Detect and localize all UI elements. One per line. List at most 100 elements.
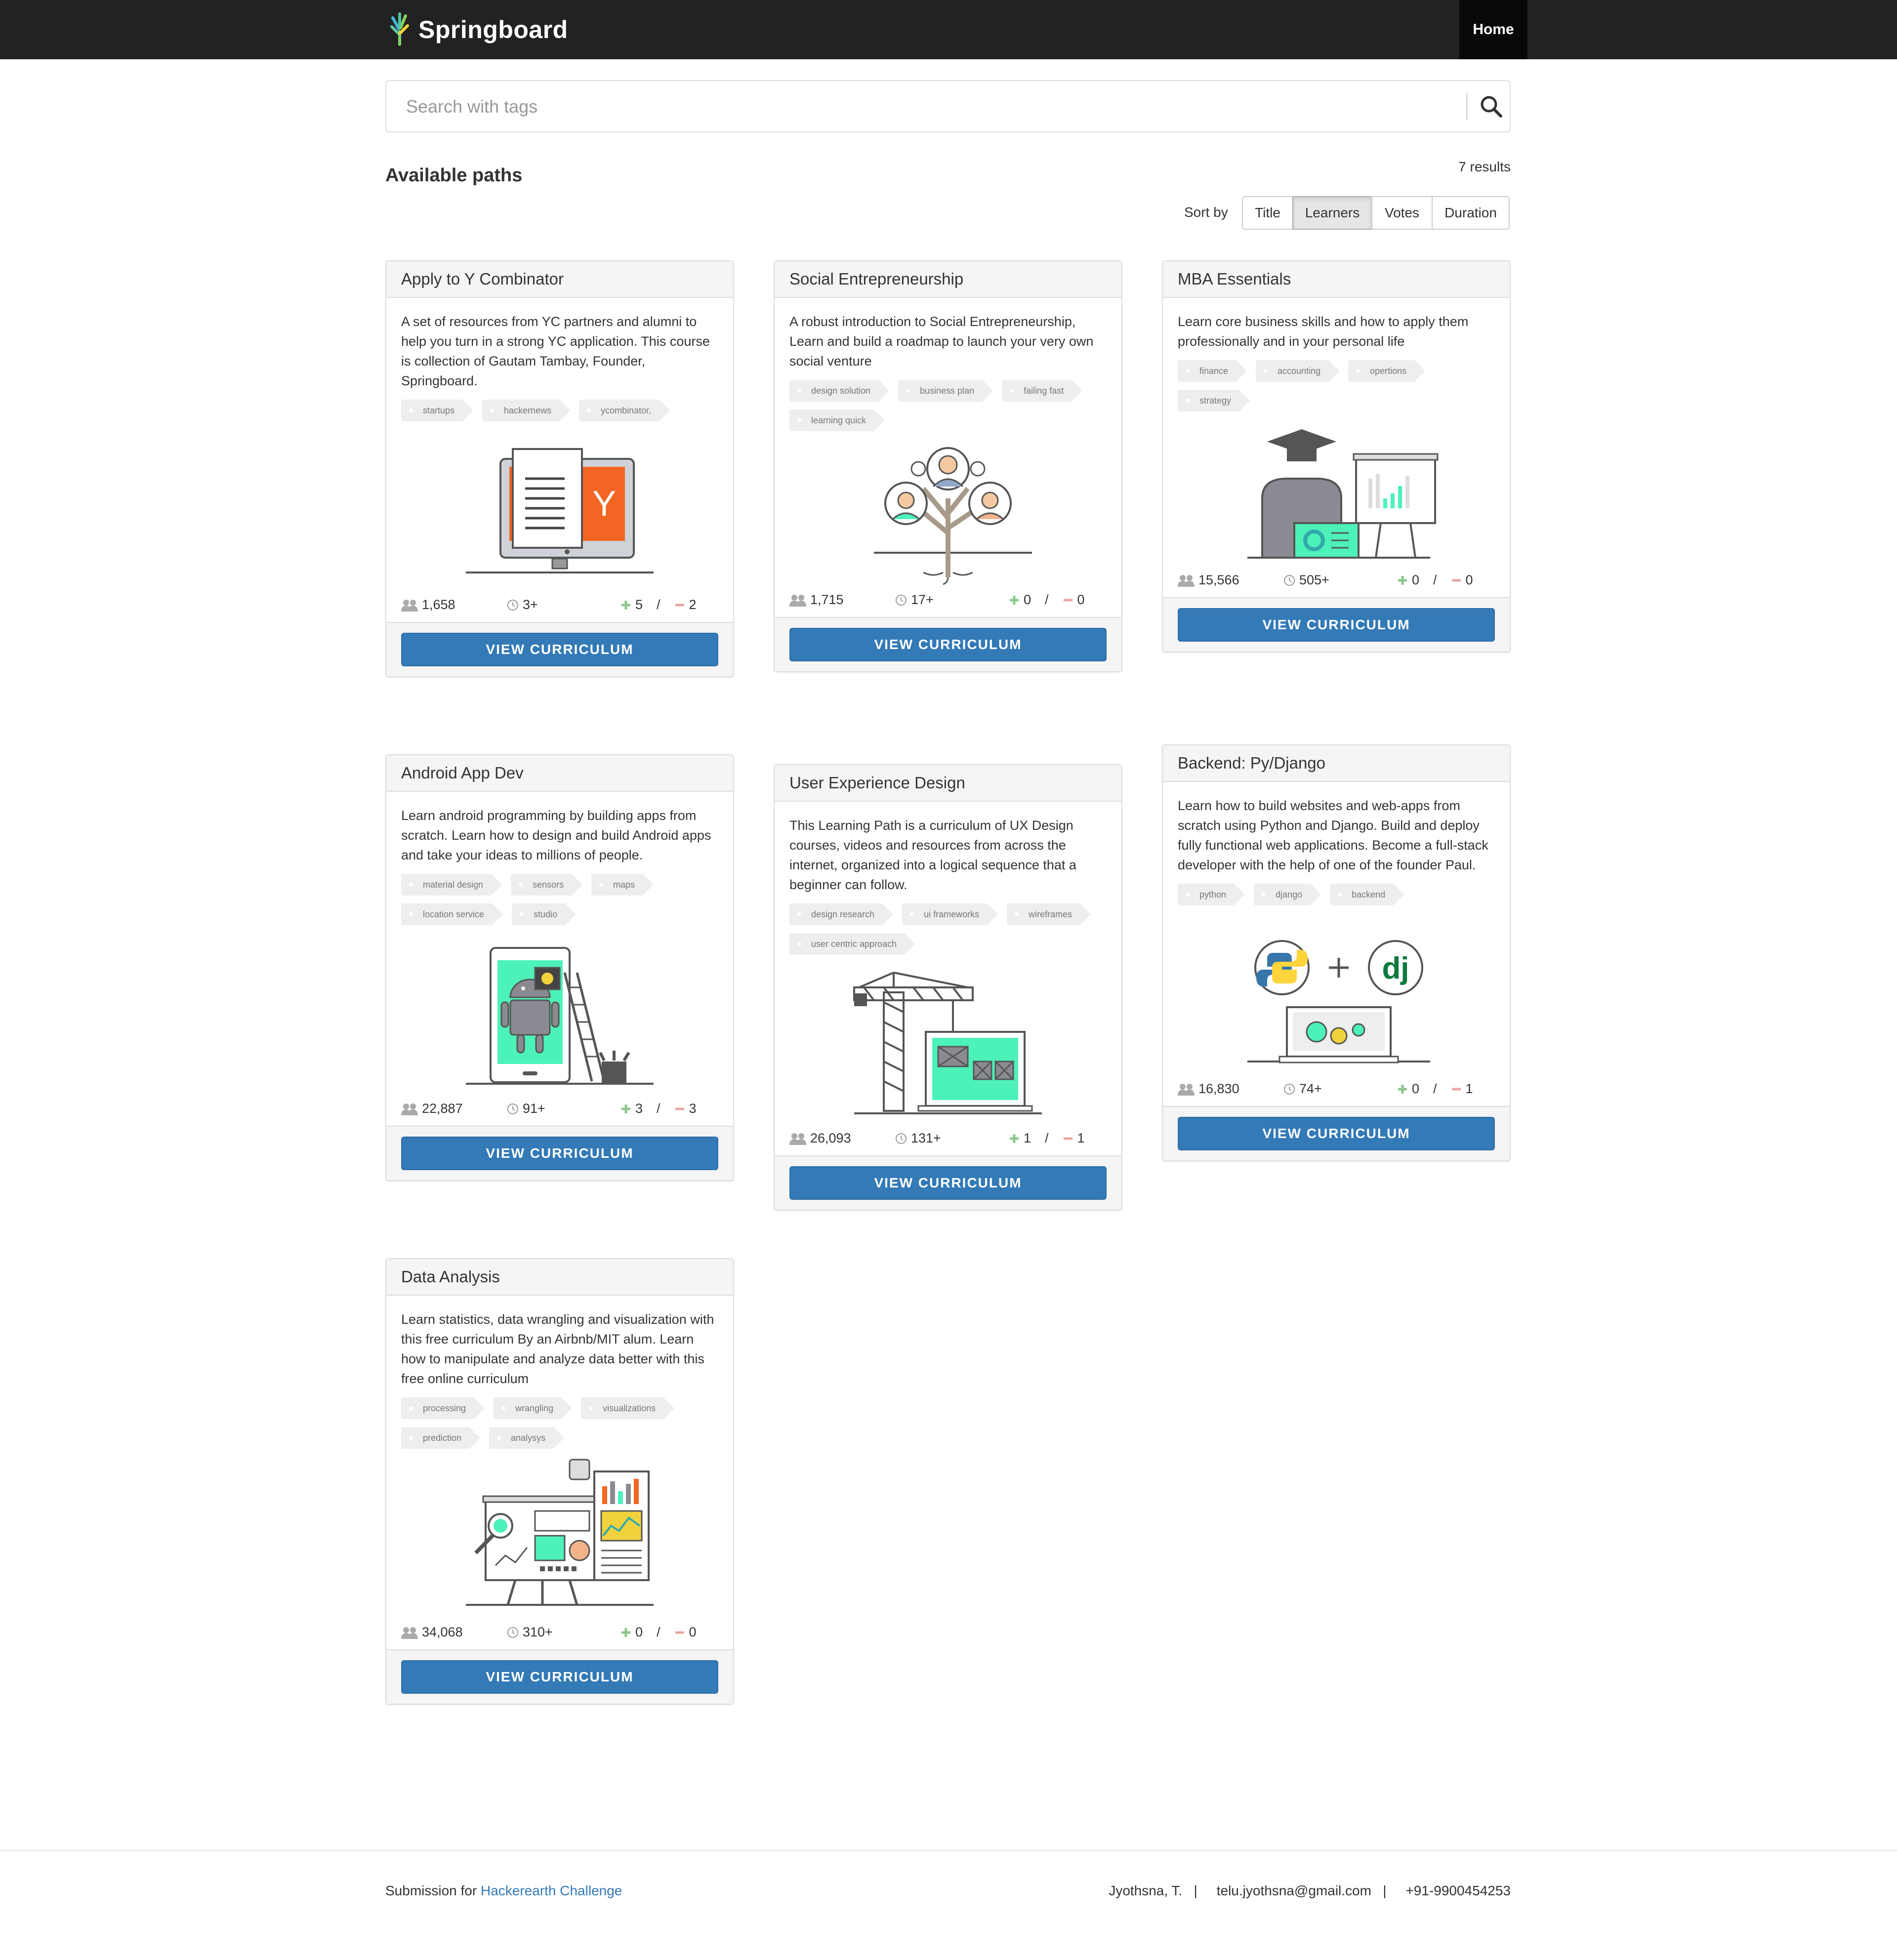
tag-list: finance accounting opertions strategy [1178, 360, 1495, 419]
tag[interactable]: opertions [1348, 360, 1426, 382]
data-analysis-illustration [466, 1459, 654, 1606]
view-curriculum-button[interactable]: VIEW CURRICULUM [1178, 1117, 1495, 1150]
learners-count: 34,068 [401, 1625, 463, 1640]
tag[interactable]: startups [401, 400, 474, 421]
tag[interactable]: ycombinator, [579, 400, 670, 421]
tag[interactable]: hackernews [482, 400, 571, 421]
tag[interactable]: wireframes [1007, 903, 1091, 925]
tag[interactable]: django [1254, 884, 1321, 905]
upvote-plus-icon[interactable] [1397, 575, 1408, 586]
upvote-count: 0 [1412, 1081, 1420, 1096]
sort-label: Sort by [1184, 204, 1228, 220]
downvote-count: 0 [689, 1625, 697, 1639]
tag[interactable]: design solution [789, 380, 890, 402]
upvote-plus-icon[interactable] [1397, 1084, 1408, 1095]
card-description: A set of resources from YC partners and … [401, 314, 710, 388]
card-title: Social Entrepreneurship [775, 261, 1121, 298]
tag-list: startups hackernews ycombinator, [401, 400, 718, 429]
upvote-plus-icon[interactable] [1009, 595, 1020, 606]
hackerearth-challenge-link[interactable]: Hackerearth Challenge [481, 1883, 622, 1898]
footer-contact: Jyothsna, T. | telu.jyothsna@gmail.com |… [1109, 1883, 1511, 1898]
vote-separator: / [1433, 1081, 1437, 1096]
tag[interactable]: ui frameworks [902, 903, 998, 925]
search-input[interactable] [405, 81, 1444, 132]
tag[interactable]: analysys [489, 1427, 565, 1449]
upvote-count: 0 [635, 1625, 643, 1639]
downvote-minus-icon[interactable] [674, 1627, 685, 1638]
view-curriculum-button[interactable]: VIEW CURRICULUM [789, 1166, 1107, 1200]
duration: 131+ [895, 1131, 941, 1146]
tag-list: processing wrangling visualizations pred… [401, 1397, 718, 1457]
tag[interactable]: location service [401, 903, 503, 925]
card-stats: 34,068 310+ 0 / 0 [386, 1620, 733, 1649]
tag[interactable]: backend [1330, 884, 1404, 905]
tag[interactable]: wrangling [494, 1397, 573, 1419]
upvote-plus-icon[interactable] [620, 1627, 631, 1638]
tag[interactable]: user centric approach [789, 933, 916, 955]
tag[interactable]: maps [591, 874, 654, 896]
tag[interactable]: python [1178, 884, 1245, 905]
upvote-plus-icon[interactable] [620, 600, 631, 611]
downvote-minus-icon[interactable] [674, 1103, 685, 1114]
users-icon [1178, 574, 1195, 587]
tag[interactable]: processing [401, 1397, 485, 1419]
svg-text:Y: Y [592, 484, 616, 524]
brand-logo[interactable]: Springboard [388, 12, 568, 47]
downvote-minus-icon[interactable] [1063, 595, 1073, 606]
tag[interactable]: learning quick [789, 409, 885, 431]
people-tree-illustration [874, 447, 1032, 585]
votes: 0 / 0 [1009, 592, 1085, 608]
votes: 0 / 1 [1397, 1081, 1473, 1097]
tag[interactable]: accounting [1256, 360, 1340, 382]
downvote-minus-icon[interactable] [1451, 575, 1462, 586]
view-curriculum-button[interactable]: VIEW CURRICULUM [401, 1660, 718, 1694]
vote-separator: / [1433, 572, 1437, 587]
duration-value: 3+ [523, 597, 538, 612]
view-curriculum-button[interactable]: VIEW CURRICULUM [1178, 608, 1495, 642]
sort-votes-button[interactable]: Votes [1371, 196, 1433, 230]
search-button[interactable] [1471, 81, 1511, 131]
card-title: Data Analysis [386, 1259, 733, 1296]
tag[interactable]: material design [401, 874, 502, 896]
view-curriculum-button[interactable]: VIEW CURRICULUM [789, 628, 1107, 661]
path-card: User Experience Design This Learning Pat… [774, 764, 1122, 1211]
tag[interactable]: business plan [898, 380, 993, 402]
tag[interactable]: strategy [1178, 390, 1250, 411]
upvote-count: 1 [1024, 1131, 1031, 1145]
vote-separator: / [1045, 1131, 1049, 1145]
downvote-count: 0 [1077, 592, 1085, 607]
votes: 1 / 1 [1009, 1131, 1085, 1146]
downvote-minus-icon[interactable] [674, 600, 685, 611]
card-stats: 22,887 91+ 3 / 3 [386, 1096, 733, 1126]
vote-separator: / [1045, 592, 1049, 607]
downvote-minus-icon[interactable] [1451, 1084, 1462, 1095]
tag[interactable]: visualizations [581, 1397, 675, 1419]
learners-count: 1,715 [789, 592, 844, 608]
tag-list: python django backend [1178, 884, 1495, 913]
clock-icon [896, 594, 907, 606]
clock-icon [1284, 574, 1295, 586]
downvote-count: 3 [689, 1101, 697, 1116]
learners-count: 22,887 [401, 1101, 463, 1116]
upvote-plus-icon[interactable] [1009, 1133, 1020, 1144]
view-curriculum-button[interactable]: VIEW CURRICULUM [401, 1137, 718, 1170]
tag[interactable]: failing fast [1002, 380, 1083, 402]
downvote-minus-icon[interactable] [1063, 1133, 1073, 1144]
duration: 3+ [507, 597, 538, 612]
tag[interactable]: design research [789, 903, 894, 925]
duration-value: 131+ [911, 1131, 941, 1145]
upvote-plus-icon[interactable] [620, 1103, 631, 1114]
sort-title-button[interactable]: Title [1242, 196, 1293, 230]
tag[interactable]: prediction [401, 1427, 481, 1449]
android-phone-illustration [466, 947, 654, 1085]
learners-value: 26,093 [810, 1131, 851, 1145]
learners-value: 1,715 [810, 592, 844, 607]
view-curriculum-button[interactable]: VIEW CURRICULUM [401, 633, 718, 666]
tag[interactable]: studio [512, 903, 577, 925]
nav-home-link[interactable]: Home [1459, 0, 1527, 59]
tag[interactable]: sensors [511, 874, 583, 896]
tag[interactable]: finance [1178, 360, 1247, 382]
sort-duration-button[interactable]: Duration [1432, 196, 1510, 230]
card-stats: 1,658 3+ 5 / 2 [386, 592, 733, 622]
sort-learners-button[interactable]: Learners [1292, 196, 1372, 230]
